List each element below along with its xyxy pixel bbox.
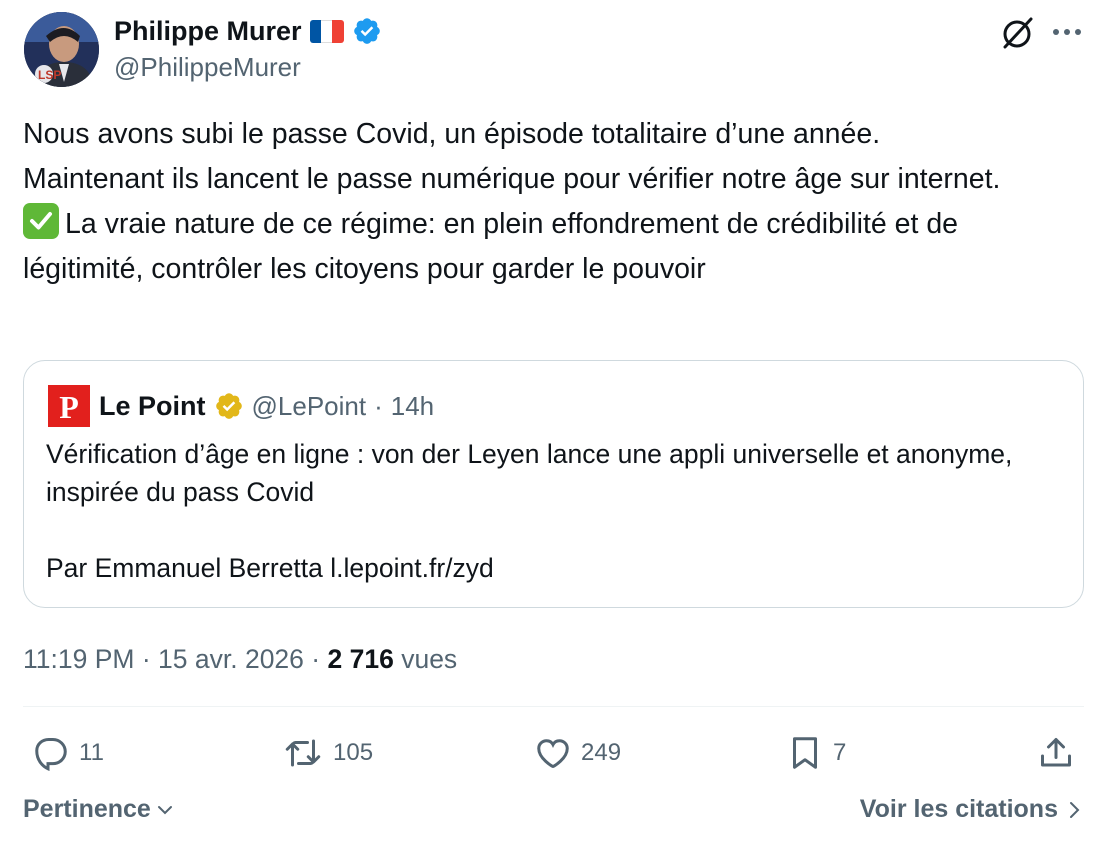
quoted-separator: · [374,391,383,421]
tweet-time[interactable]: 11:19 PM [23,644,134,674]
author-handle[interactable]: @PhilippeMurer [114,51,301,83]
quoted-author-name: Le Point [99,391,206,421]
bookmark-icon [793,737,817,769]
tweet-line-1: Nous avons subi le passe Covid, un épiso… [23,118,881,150]
repost-button[interactable]: 105 [283,733,373,773]
chevron-down-icon [157,805,172,814]
reply-count: 11 [79,739,104,766]
verified-badge-icon [353,18,380,44]
bookmark-count: 7 [833,739,847,766]
repost-count: 105 [333,739,374,766]
share-button[interactable] [1038,733,1074,773]
views-label: vues [401,644,458,674]
sort-label: Pertinence [23,795,151,823]
svg-text:LSP: LSP [38,68,61,82]
author-name-text: Philippe Murer [114,16,302,46]
share-icon [1041,738,1071,767]
divider [23,706,1084,707]
heart-icon [537,739,569,769]
sort-dropdown[interactable]: Pertinence [23,795,175,824]
quoted-age: 14h [390,391,435,421]
le-point-logo: P [48,385,90,427]
view-quotes-label: Voir les citations [859,795,1058,823]
quoted-tweet-card[interactable]: P Le Point @LePoint · 14h Vérification d… [23,360,1084,608]
like-count: 249 [581,739,622,766]
like-button[interactable]: 249 [535,733,621,773]
reply-button[interactable]: 11 [33,733,104,773]
tweet-line-2: Maintenant ils lancent le passe numériqu… [23,163,1001,195]
reply-icon [35,738,67,771]
quoted-author-handle: @LePoint [251,391,367,421]
grok-icon[interactable] [998,14,1036,52]
quoted-tweet-text: Vérification d’âge en ligne : von der Le… [46,439,1013,583]
avatar[interactable]: LSP [24,12,99,87]
quoted-author: Le Point @LePoint · 14h [99,389,434,423]
gold-verified-badge-icon [215,393,242,419]
tweet-text: Nous avons subi le passe Covid, un épiso… [23,112,1073,292]
meta-dot-2: · [311,644,321,674]
chevron-right-icon [1070,801,1080,818]
repost-icon [285,739,321,767]
tweet-meta: 11:19 PM · 15 avr. 2026 · 2 716 vues [23,642,457,676]
france-flag-icon [309,19,344,43]
author-display-name[interactable]: Philippe Murer [114,14,382,48]
tweet-date[interactable]: 15 avr. 2026 [158,644,304,674]
check-mark-emoji-icon [23,203,59,239]
view-quotes-link[interactable]: Voir les citations [860,795,1082,824]
meta-dot-1: · [141,644,151,674]
more-options-icon[interactable] [1050,18,1084,46]
bookmark-button[interactable]: 7 [787,733,846,773]
views-count: 2 716 [327,644,394,674]
tweet-line-3: La vraie nature de ce régime: en plein e… [23,208,966,285]
